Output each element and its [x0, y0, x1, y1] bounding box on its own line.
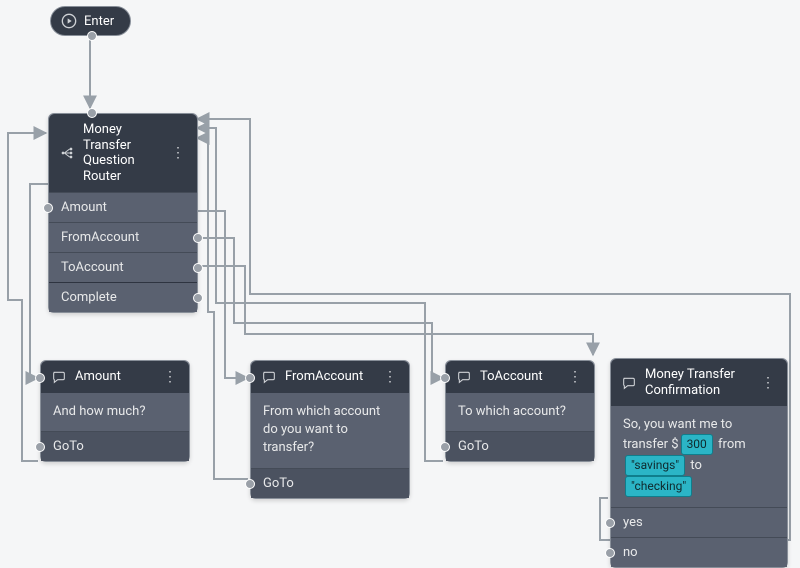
- amount-body: And how much?: [41, 393, 189, 431]
- confirm-mid2: to: [690, 458, 702, 473]
- kebab-icon[interactable]: ⋮: [381, 370, 399, 384]
- from-goto[interactable]: GoTo: [251, 468, 409, 498]
- confirm-title: Money Transfer Confirmation: [645, 367, 751, 398]
- play-circle-icon: [61, 13, 77, 29]
- pill-from: "savings": [625, 455, 685, 476]
- no-label: no: [623, 545, 638, 560]
- node-amount-header[interactable]: Amount ⋮: [41, 361, 189, 393]
- confirm-no[interactable]: no: [611, 537, 787, 567]
- router-row-toaccount[interactable]: ToAccount: [49, 252, 197, 282]
- goto-label: GoTo: [53, 439, 84, 454]
- router-row-fromaccount[interactable]: FromAccount: [49, 222, 197, 252]
- router-icon: [59, 145, 75, 161]
- goto-label: GoTo: [263, 476, 294, 491]
- to-goto[interactable]: GoTo: [446, 431, 594, 461]
- router-row-amount[interactable]: Amount: [49, 192, 197, 222]
- node-confirmation[interactable]: Money Transfer Confirmation ⋮ So, you wa…: [610, 358, 788, 568]
- to-body: To which account?: [446, 393, 594, 431]
- node-confirm-header[interactable]: Money Transfer Confirmation ⋮: [611, 359, 787, 406]
- to-title: ToAccount: [480, 369, 558, 385]
- pill-to: "checking": [625, 476, 692, 497]
- kebab-icon[interactable]: ⋮: [759, 376, 777, 390]
- confirm-body: So, you want me to transfer $300 from "s…: [611, 406, 787, 507]
- router-row-label: Amount: [61, 200, 107, 215]
- from-body: From which account do you want to transf…: [251, 393, 409, 468]
- router-title: Money Transfer Question Router: [83, 122, 161, 184]
- enter-label: Enter: [84, 14, 114, 29]
- confirm-yes[interactable]: yes: [611, 507, 787, 537]
- chat-icon: [621, 375, 637, 391]
- node-toaccount[interactable]: ToAccount ⋮ To which account? GoTo: [445, 360, 595, 462]
- node-from-header[interactable]: FromAccount ⋮: [251, 361, 409, 393]
- amount-goto[interactable]: GoTo: [41, 431, 189, 461]
- router-row-label: Complete: [61, 290, 117, 305]
- router-row-complete[interactable]: Complete: [49, 282, 197, 312]
- confirm-prefix: So, you want me to transfer $: [623, 417, 732, 452]
- chat-icon: [261, 369, 277, 385]
- kebab-icon[interactable]: ⋮: [169, 146, 187, 160]
- router-row-label: FromAccount: [61, 230, 139, 245]
- confirm-mid1: from: [718, 437, 746, 452]
- node-to-header[interactable]: ToAccount ⋮: [446, 361, 594, 393]
- kebab-icon[interactable]: ⋮: [566, 370, 584, 384]
- node-enter[interactable]: Enter: [50, 6, 131, 36]
- node-fromaccount[interactable]: FromAccount ⋮ From which account do you …: [250, 360, 410, 499]
- goto-label: GoTo: [458, 439, 489, 454]
- yes-label: yes: [623, 515, 643, 530]
- node-amount[interactable]: Amount ⋮ And how much? GoTo: [40, 360, 190, 462]
- chat-icon: [456, 369, 472, 385]
- router-row-label: ToAccount: [61, 260, 124, 275]
- amount-title: Amount: [75, 369, 153, 385]
- node-router[interactable]: Money Transfer Question Router ⋮ Amount …: [48, 113, 198, 313]
- from-title: FromAccount: [285, 369, 373, 385]
- node-router-header[interactable]: Money Transfer Question Router ⋮: [49, 114, 197, 192]
- kebab-icon[interactable]: ⋮: [161, 370, 179, 384]
- pill-amount: 300: [681, 434, 713, 455]
- chat-icon: [51, 369, 67, 385]
